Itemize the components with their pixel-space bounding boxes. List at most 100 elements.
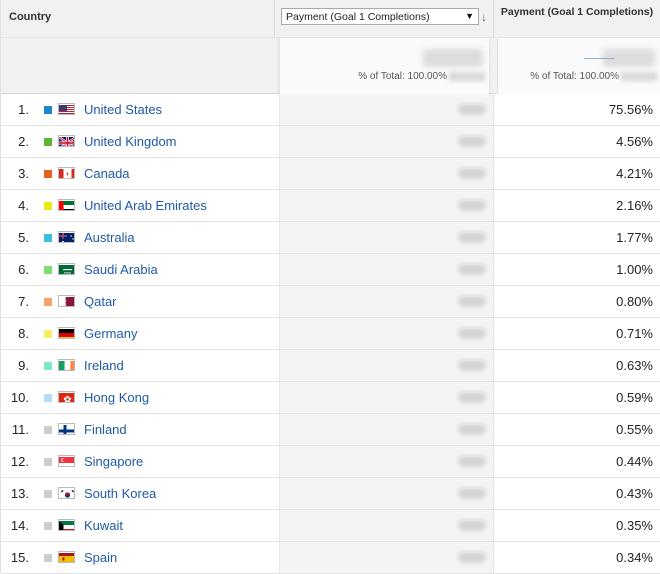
ae-flag-icon xyxy=(58,199,75,211)
series-color-swatch[interactable] xyxy=(44,202,52,210)
es-flag-icon xyxy=(58,551,75,563)
series-color-swatch[interactable] xyxy=(44,394,52,402)
row-rank: 10. xyxy=(10,390,29,405)
metric-value-blurred xyxy=(459,168,485,179)
series-color-swatch[interactable] xyxy=(44,234,52,242)
percent-total-cell: % of Total: 100.00% xyxy=(497,38,660,94)
country-column-header[interactable]: Country xyxy=(9,11,51,23)
table-row: 11. Finland 0.55% xyxy=(1,414,660,446)
row-rank: 4. xyxy=(18,198,29,213)
metric-select[interactable]: Payment (Goal 1 Completions) ▼ xyxy=(281,8,479,25)
country-link[interactable]: Saudi Arabia xyxy=(84,262,158,277)
series-color-swatch[interactable] xyxy=(44,170,52,178)
percent-value-cell: 0.71% xyxy=(493,318,660,349)
row-rank: 8. xyxy=(18,326,29,341)
percent-value: 0.59% xyxy=(616,390,653,405)
percent-value-cell: 1.00% xyxy=(493,254,660,285)
country-link[interactable]: Germany xyxy=(84,326,137,341)
de-flag-icon xyxy=(58,327,75,339)
metric-value-blurred xyxy=(459,200,485,211)
series-color-swatch[interactable] xyxy=(44,266,52,274)
table-header: Country Payment (Goal 1 Completions) ▼ ↓… xyxy=(1,0,660,38)
metric-value-blurred xyxy=(459,104,485,115)
series-color-swatch[interactable] xyxy=(44,522,52,530)
row-rank: 15. xyxy=(10,550,29,565)
country-link[interactable]: Qatar xyxy=(84,294,117,309)
table-row: 5. Australia 1.77% xyxy=(1,222,660,254)
percent-value-cell: 0.43% xyxy=(493,478,660,509)
percent-value: 0.43% xyxy=(616,486,653,501)
percent-value: 1.77% xyxy=(616,230,653,245)
sort-descending-icon[interactable]: ↓ xyxy=(481,10,487,24)
percent-value-cell: 2.16% xyxy=(493,190,660,221)
metric-value-blurred xyxy=(459,136,485,147)
percent-value: 0.35% xyxy=(616,518,653,533)
row-rank: 9. xyxy=(18,358,29,373)
table-row: 8. Germany 0.71% xyxy=(1,318,660,350)
country-link[interactable]: United Arab Emirates xyxy=(84,198,207,213)
kw-flag-icon xyxy=(58,519,75,531)
row-rank: 6. xyxy=(18,262,29,277)
series-color-swatch[interactable] xyxy=(44,426,52,434)
country-report-table: Country Payment (Goal 1 Completions) ▼ ↓… xyxy=(0,0,660,574)
percent-value: 4.56% xyxy=(616,134,653,149)
percent-value-cell: 0.35% xyxy=(493,510,660,541)
country-link[interactable]: United Kingdom xyxy=(84,134,177,149)
metric-value-cell xyxy=(279,318,493,349)
metric-value-blurred xyxy=(459,552,485,563)
metric-value-blurred xyxy=(459,232,485,243)
series-color-swatch[interactable] xyxy=(44,490,52,498)
percent-value: 4.21% xyxy=(616,166,653,181)
country-link[interactable]: United States xyxy=(84,102,162,117)
percent-value-cell: 0.34% xyxy=(493,542,660,573)
percent-value: 0.55% xyxy=(616,422,653,437)
metric-value-blurred xyxy=(459,392,485,403)
series-color-swatch[interactable] xyxy=(44,330,52,338)
country-link[interactable]: Finland xyxy=(84,422,127,437)
ie-flag-icon xyxy=(58,359,75,371)
series-color-swatch[interactable] xyxy=(44,106,52,114)
metric-value-cell xyxy=(279,254,493,285)
totals-row: % of Total: 100.00% % of Total: 100.00% xyxy=(1,38,660,94)
country-link[interactable]: Hong Kong xyxy=(84,390,149,405)
au-flag-icon xyxy=(58,231,75,243)
metric-select-value: Payment (Goal 1 Completions) xyxy=(286,11,430,23)
row-rank: 12. xyxy=(10,454,29,469)
row-rank: 11. xyxy=(11,422,29,437)
percent-value-cell: 1.77% xyxy=(493,222,660,253)
percent-value: 0.80% xyxy=(616,294,653,309)
series-color-swatch[interactable] xyxy=(44,138,52,146)
metric-value-cell xyxy=(279,158,493,189)
percent-value-cell: 4.56% xyxy=(493,126,660,157)
country-link[interactable]: Singapore xyxy=(84,454,143,469)
percent-value: 0.71% xyxy=(616,326,653,341)
country-link[interactable]: Canada xyxy=(84,166,130,181)
table-row: 13. South Korea 0.43% xyxy=(1,478,660,510)
metric-total-cell: % of Total: 100.00% xyxy=(279,38,489,94)
series-color-swatch[interactable] xyxy=(44,554,52,562)
table-row: 1. United States 75.56% xyxy=(1,94,660,126)
country-link[interactable]: Kuwait xyxy=(84,518,123,533)
percent-column-header[interactable]: Payment (Goal 1 Completions) xyxy=(493,0,660,38)
metric-value-cell xyxy=(279,446,493,477)
series-color-swatch[interactable] xyxy=(44,298,52,306)
chevron-down-icon: ▼ xyxy=(465,11,474,21)
percent-total-pct-blur xyxy=(621,71,657,81)
percent-value-cell: 0.55% xyxy=(493,414,660,445)
metric-value-blurred xyxy=(459,264,485,275)
metric-value-blurred xyxy=(459,520,485,531)
table-row: 2. United Kingdom 4.56% xyxy=(1,126,660,158)
country-link[interactable]: Australia xyxy=(84,230,135,245)
country-link[interactable]: South Korea xyxy=(84,486,156,501)
series-color-swatch[interactable] xyxy=(44,362,52,370)
metric-value-cell xyxy=(279,190,493,221)
metric-value-cell xyxy=(279,542,493,573)
percent-value: 1.00% xyxy=(616,262,653,277)
percent-value: 75.56% xyxy=(608,102,653,117)
country-link[interactable]: Ireland xyxy=(84,358,124,373)
metric-value-cell xyxy=(279,126,493,157)
country-link[interactable]: Spain xyxy=(84,550,117,565)
metric-total-pct-label: % of Total: 100.00% xyxy=(358,71,447,82)
percent-value: 0.34% xyxy=(616,550,653,565)
series-color-swatch[interactable] xyxy=(44,458,52,466)
